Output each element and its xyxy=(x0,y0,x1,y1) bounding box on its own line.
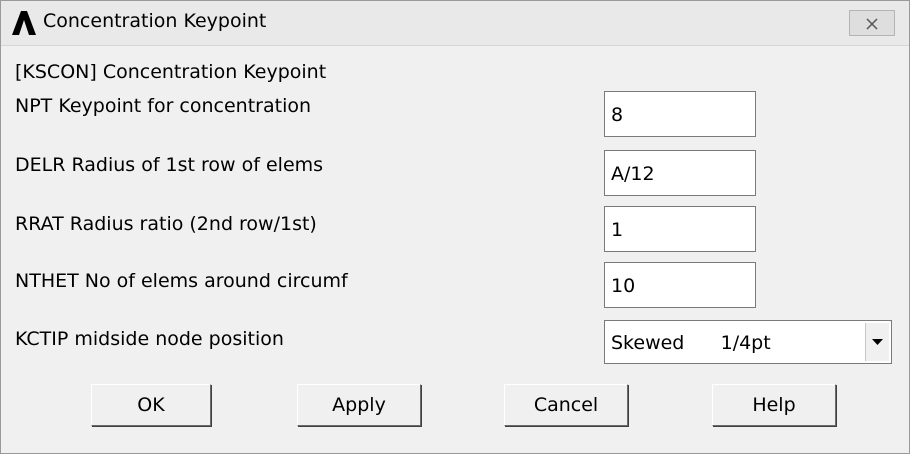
npt-input[interactable]: 8 xyxy=(604,91,756,137)
kctip-select[interactable]: Skewed 1/4pt xyxy=(604,320,892,364)
npt-label: NPT Keypoint for concentration xyxy=(15,95,312,117)
ok-button[interactable]: OK xyxy=(91,384,211,426)
kctip-dropdown-button[interactable] xyxy=(865,323,889,361)
rrat-label: RRAT Radius ratio (2nd row/1st) xyxy=(15,213,317,235)
title-bar[interactable]: Concentration Keypoint xyxy=(1,1,909,46)
ansys-logo-icon xyxy=(12,11,36,35)
dialog-window: Concentration Keypoint [KSCON] Concentra… xyxy=(0,0,910,454)
help-button[interactable]: Help xyxy=(712,384,836,426)
close-button[interactable] xyxy=(849,10,895,36)
nthet-input[interactable]: 10 xyxy=(604,262,756,308)
cancel-button[interactable]: Cancel xyxy=(504,384,628,426)
kctip-label: KCTIP midside node position xyxy=(15,328,284,350)
kctip-selected-value: Skewed 1/4pt xyxy=(611,332,771,354)
close-icon xyxy=(866,18,878,30)
chevron-down-icon xyxy=(872,339,883,345)
dialog-body: [KSCON] Concentration Keypoint NPT Keypo… xyxy=(7,46,903,446)
rrat-input[interactable]: 1 xyxy=(604,206,756,252)
nthet-label: NTHET No of elems around circumf xyxy=(15,270,348,292)
delr-input[interactable]: A/12 xyxy=(604,150,756,196)
delr-label: DELR Radius of 1st row of elems xyxy=(15,154,324,176)
command-label: [KSCON] Concentration Keypoint xyxy=(15,61,327,83)
window-title: Concentration Keypoint xyxy=(43,10,267,32)
apply-button[interactable]: Apply xyxy=(297,384,421,426)
